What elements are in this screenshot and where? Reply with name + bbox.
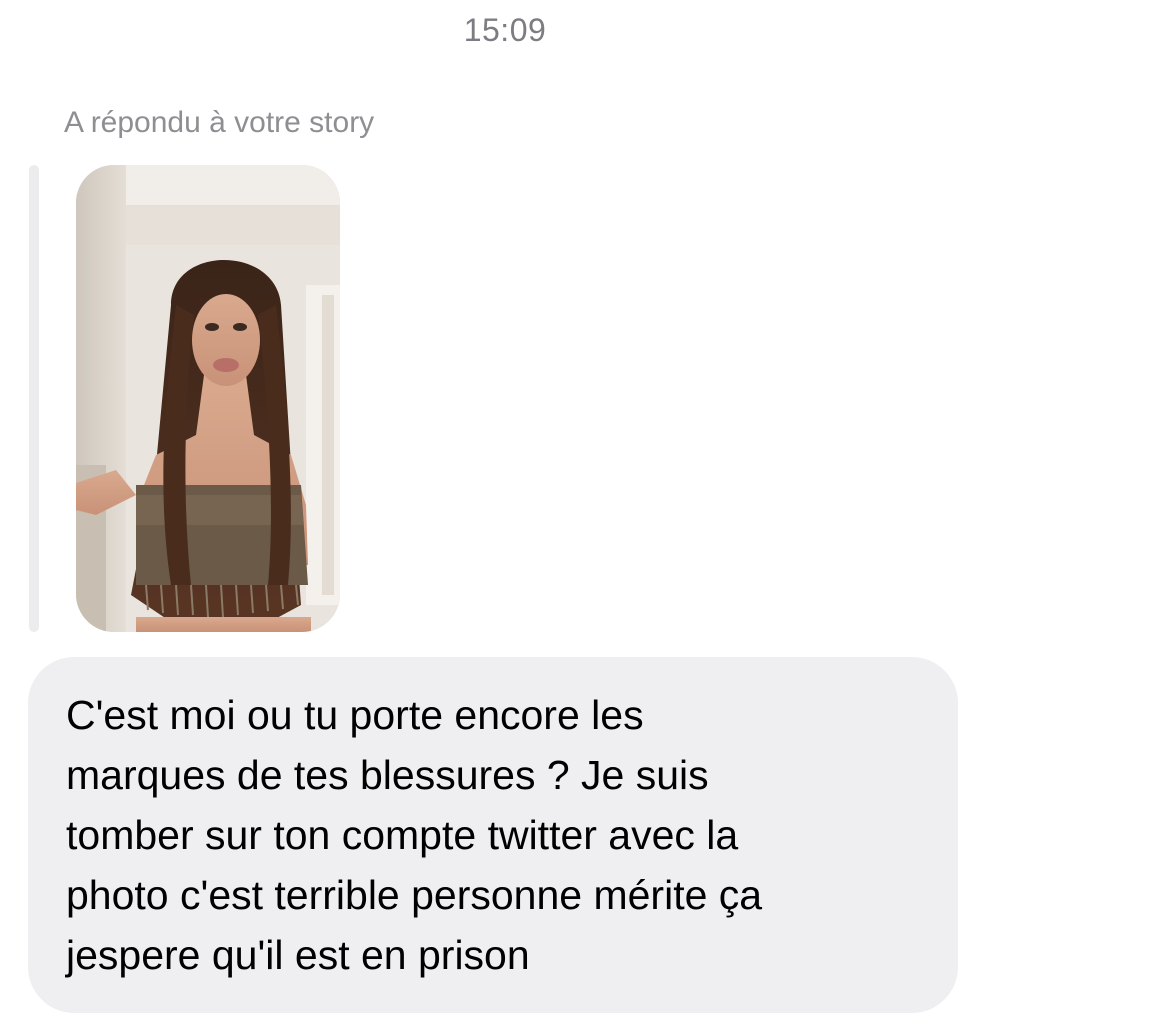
reply-indicator-bar — [29, 165, 39, 632]
message-bubble[interactable]: C'est moi ou tu porte encore les marques… — [28, 657, 958, 1013]
message-text: C'est moi ou tu porte encore les marques… — [66, 692, 763, 978]
story-thumbnail[interactable] — [76, 165, 340, 632]
story-photo-image — [76, 165, 340, 632]
message-timestamp: 15:09 — [463, 12, 547, 48]
story-reply-label: A répondu à votre story — [64, 106, 375, 139]
